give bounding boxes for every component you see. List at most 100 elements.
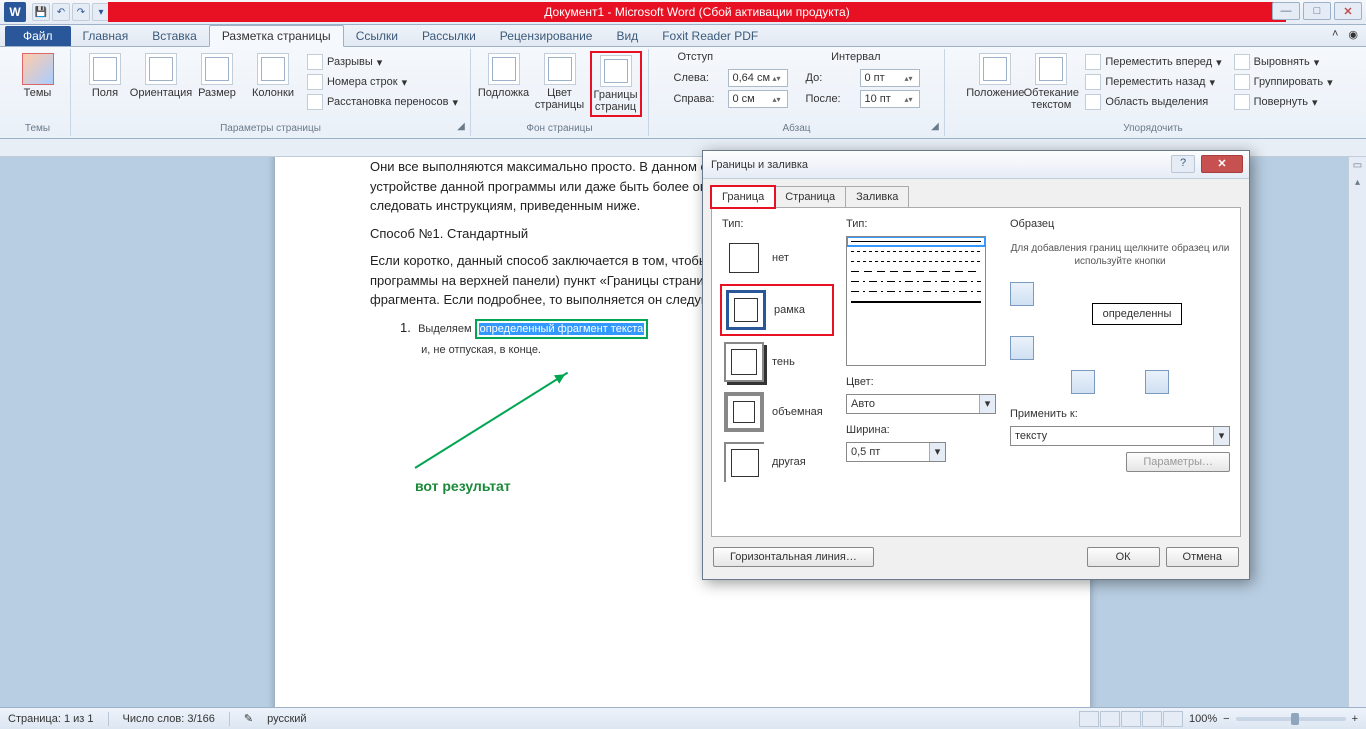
zoom-slider[interactable] — [1236, 717, 1346, 721]
width-combo[interactable]: 0,5 пт▾ — [846, 442, 946, 462]
send-backward-button[interactable]: Переместить назад ▾ — [1081, 73, 1225, 91]
ribbon-minimize-icon[interactable]: ˄ — [1332, 28, 1338, 41]
bring-forward-button[interactable]: Переместить вперед ▾ — [1081, 53, 1225, 71]
tab-mailings[interactable]: Рассылки — [410, 26, 488, 46]
setting-3d[interactable]: объемная — [722, 390, 832, 434]
ruler-toggle-icon[interactable]: ▭ — [1351, 160, 1365, 174]
margins-button[interactable]: Поля — [79, 51, 131, 101]
zoom-out-button[interactable]: − — [1223, 713, 1229, 725]
spacing-before-input[interactable]: 0 пт▴▾ — [860, 69, 920, 87]
rotate-button[interactable]: Повернуть ▾ — [1230, 93, 1337, 111]
setting-custom[interactable]: другая — [722, 440, 832, 484]
setting-box-icon — [726, 290, 766, 330]
line-style-item[interactable] — [851, 281, 981, 282]
tab-home[interactable]: Главная — [71, 26, 141, 46]
zoom-level[interactable]: 100% — [1189, 713, 1217, 725]
close-button[interactable]: ✕ — [1334, 2, 1362, 20]
position-icon — [979, 53, 1011, 85]
tab-file[interactable]: Файл — [5, 26, 71, 46]
preview-right-button[interactable] — [1145, 370, 1169, 394]
redo-icon[interactable]: ↷ — [72, 3, 90, 21]
dialog-help-button[interactable]: ? — [1171, 155, 1195, 173]
rotate-icon — [1234, 94, 1250, 110]
line-style-item[interactable] — [851, 291, 981, 292]
apply-to-heading: Применить к: — [1010, 408, 1230, 420]
view-full-screen[interactable] — [1100, 711, 1120, 727]
paragraph-launcher[interactable]: ◢ — [928, 120, 942, 134]
word-logo-icon: W — [4, 2, 26, 22]
setting-shadow[interactable]: тень — [722, 340, 832, 384]
dialog-title-bar[interactable]: Границы и заливка ? ✕ — [703, 151, 1249, 179]
group-arrange-label: Упорядочить — [951, 121, 1355, 136]
view-outline[interactable] — [1142, 711, 1162, 727]
tab-review[interactable]: Рецензирование — [488, 26, 605, 46]
ok-button[interactable]: ОК — [1087, 547, 1160, 567]
columns-button[interactable]: Колонки — [247, 51, 299, 101]
indent-right-input[interactable]: 0 см▴▾ — [728, 90, 788, 108]
spacing-after-input[interactable]: 10 пт▴▾ — [860, 90, 920, 108]
status-page[interactable]: Страница: 1 из 1 — [8, 713, 94, 725]
themes-button[interactable]: Темы — [12, 51, 64, 101]
line-numbers-button[interactable]: Номера строк ▾ — [303, 73, 462, 91]
preview-bottom-button[interactable] — [1010, 336, 1034, 360]
line-style-list[interactable] — [846, 236, 986, 366]
vertical-scrollbar[interactable]: ▭ ▴ — [1348, 157, 1366, 707]
tab-view[interactable]: Вид — [604, 26, 650, 46]
view-draft[interactable] — [1163, 711, 1183, 727]
tab-insert[interactable]: Вставка — [140, 26, 209, 46]
columns-icon — [257, 53, 289, 85]
zoom-in-button[interactable]: + — [1352, 713, 1358, 725]
view-print-layout[interactable] — [1079, 711, 1099, 727]
minimize-button[interactable]: ― — [1272, 2, 1300, 20]
preview-left-button[interactable] — [1071, 370, 1095, 394]
status-language[interactable]: русский — [267, 713, 306, 725]
orientation-button[interactable]: Ориентация — [135, 51, 187, 101]
apply-to-combo[interactable]: тексту▾ — [1010, 426, 1230, 446]
dialog-close-button[interactable]: ✕ — [1201, 155, 1243, 173]
hyphenation-button[interactable]: Расстановка переносов ▾ — [303, 93, 462, 111]
position-button[interactable]: Положение — [969, 51, 1021, 101]
page-color-button[interactable]: Цвет страницы — [534, 51, 586, 113]
dialog-tab-border[interactable]: Граница — [711, 186, 775, 208]
breaks-button[interactable]: Разрывы ▾ — [303, 53, 462, 71]
align-icon — [1234, 54, 1250, 70]
selection-pane-button[interactable]: Область выделения — [1081, 93, 1225, 111]
watermark-button[interactable]: Подложка — [478, 51, 530, 101]
options-button: Параметры… — [1126, 452, 1230, 472]
line-style-item[interactable] — [851, 261, 981, 262]
proofing-icon[interactable]: ✎ — [244, 712, 253, 725]
setting-box[interactable]: рамка — [722, 286, 832, 334]
preview-top-button[interactable] — [1010, 282, 1034, 306]
help-icon[interactable]: ◉ — [1348, 28, 1358, 41]
tab-foxit[interactable]: Foxit Reader PDF — [650, 26, 770, 46]
line-style-item[interactable] — [851, 301, 981, 303]
maximize-button[interactable]: □ — [1303, 2, 1331, 20]
size-button[interactable]: Размер — [191, 51, 243, 101]
setting-none[interactable]: нет — [722, 236, 832, 280]
tab-references[interactable]: Ссылки — [344, 26, 410, 46]
save-icon[interactable]: 💾 — [32, 3, 50, 21]
group-page-setup-label: Параметры страницы — [77, 121, 464, 136]
wrap-text-button[interactable]: Обтекание текстом — [1025, 51, 1077, 113]
color-combo[interactable]: Авто▾ — [846, 394, 996, 414]
line-style-item[interactable] — [851, 271, 981, 272]
horizontal-line-button[interactable]: Горизонтальная линия… — [713, 547, 874, 567]
line-style-item[interactable] — [851, 241, 981, 242]
group-button[interactable]: Группировать ▾ — [1230, 73, 1337, 91]
line-style-item[interactable] — [851, 251, 981, 252]
page-setup-launcher[interactable]: ◢ — [454, 120, 468, 134]
page-color-icon — [544, 53, 576, 85]
undo-icon[interactable]: ↶ — [52, 3, 70, 21]
indent-left-input[interactable]: 0,64 см▴▾ — [728, 69, 788, 87]
view-web[interactable] — [1121, 711, 1141, 727]
scroll-up-icon[interactable]: ▴ — [1351, 177, 1365, 191]
setting-type-heading: Тип: — [722, 218, 832, 230]
cancel-button[interactable]: Отмена — [1166, 547, 1239, 567]
chevron-down-icon: ▾ — [1213, 427, 1229, 445]
dialog-tab-page[interactable]: Страница — [774, 186, 846, 208]
align-button[interactable]: Выровнять ▾ — [1230, 53, 1337, 71]
tab-page-layout[interactable]: Разметка страницы — [209, 25, 344, 47]
dialog-tab-fill[interactable]: Заливка — [845, 186, 909, 208]
page-borders-button[interactable]: Границы страниц — [590, 51, 642, 117]
status-word-count[interactable]: Число слов: 3/166 — [123, 713, 215, 725]
